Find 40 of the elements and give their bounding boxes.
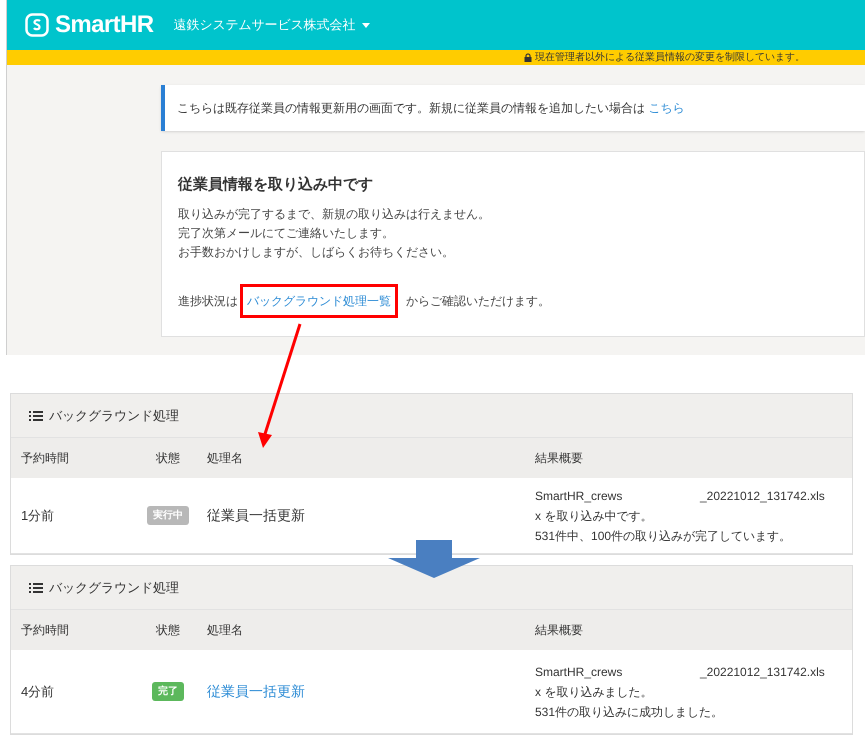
background-jobs-link[interactable]: バックグラウンド処理一覧	[247, 294, 391, 308]
lock-icon	[524, 53, 532, 62]
status-badge: 実行中	[147, 506, 189, 525]
column-header: 予約時間	[21, 622, 70, 639]
job-name: 従業員一括更新	[207, 506, 305, 525]
notice-text: こちらは既存従業員の情報更新用の画面です。新規に従業員の情報を追加したい場合は こちら	[177, 100, 684, 117]
logo-text: SmartHR	[55, 10, 154, 40]
time-cell-text: 4分前	[21, 682, 56, 701]
panel-title: バックグラウンド処理	[49, 578, 179, 597]
card-text: お手数おかけしますが、しばらくお待ちください。	[178, 244, 455, 260]
column-header: 処理名	[207, 450, 244, 467]
here-link[interactable]: こちら	[648, 101, 684, 115]
summary-line: x を取り込み中です。	[535, 508, 654, 524]
column-header: 処理名	[207, 622, 244, 639]
column-header: 結果概要	[535, 450, 584, 467]
summary-line: 531件の取り込みに成功しました。	[535, 704, 724, 720]
column-header: 状態	[155, 450, 181, 467]
company-dropdown[interactable]: 遠鉄システムサービス株式会社	[174, 15, 370, 35]
column-header: 状態	[155, 622, 181, 639]
card-text: 取り込みが完了するまで、新規の取り込みは行えません。	[178, 206, 491, 222]
file-name-start: SmartHR_crews	[535, 488, 624, 504]
list-icon	[29, 582, 43, 594]
summary-line: 531件中、100件の取り込みが完了しています。	[535, 528, 792, 544]
summary-line: x を取り込みました。	[535, 684, 654, 700]
column-header: 結果概要	[535, 622, 584, 639]
time-cell-text: 1分前	[21, 506, 56, 525]
file-name-end: _20221012_131742.xls	[700, 664, 825, 680]
column-header: 予約時間	[21, 450, 70, 467]
file-name-start: SmartHR_crews	[535, 664, 624, 680]
card-text: 完了次第メールにてご連絡いたします。	[178, 224, 395, 242]
logo-icon	[25, 13, 49, 37]
job-name-link[interactable]: 従業員一括更新	[207, 681, 305, 702]
caret-icon	[362, 22, 370, 28]
restriction-text: 現在管理者以外による従業員情報の変更を制限しています。	[535, 50, 805, 65]
status-badge: 完了	[152, 682, 184, 701]
list-icon	[29, 410, 43, 422]
progress-text: 進捗状況は バックグラウンド処理一覧 からご確認いただけます。	[178, 284, 848, 318]
file-name-end: _20221012_131742.xls	[700, 488, 825, 504]
card-title: 従業員情報を取り込み中です	[178, 175, 374, 195]
panel-title: バックグラウンド処理	[49, 406, 179, 425]
